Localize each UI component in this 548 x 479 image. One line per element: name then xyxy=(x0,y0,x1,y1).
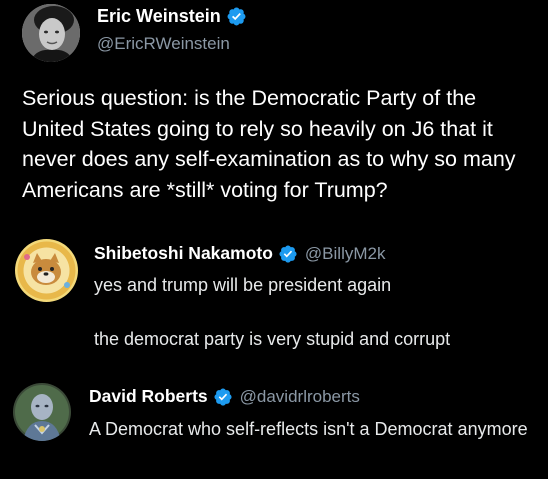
author-name[interactable]: Eric Weinstein xyxy=(97,6,221,27)
reply-author-row[interactable]: David Roberts @davidrlroberts xyxy=(89,386,360,407)
tweet-text: Serious question: is the Democratic Part… xyxy=(22,86,516,202)
reply-avatar[interactable] xyxy=(15,239,78,302)
reply-avatar-image xyxy=(13,383,71,441)
author-handle[interactable]: @EricRWeinstein xyxy=(97,34,230,54)
verified-badge-icon xyxy=(226,6,247,27)
reply-text-line: the democrat party is very stupid and co… xyxy=(94,329,451,349)
reply-author-name[interactable]: Shibetoshi Nakamoto xyxy=(94,243,273,264)
reply-avatar[interactable] xyxy=(13,383,71,441)
verified-badge-icon xyxy=(278,244,298,264)
author-avatar-image xyxy=(22,4,80,62)
reply-author-handle[interactable]: @BillyM2k xyxy=(305,244,386,264)
reply-author-name[interactable]: David Roberts xyxy=(89,386,208,407)
reply-author-handle[interactable]: @davidrlroberts xyxy=(240,387,360,407)
reply-author-row[interactable]: Shibetoshi Nakamoto @BillyM2k xyxy=(94,243,385,264)
author-name-row[interactable]: Eric Weinstein xyxy=(97,6,247,27)
reply-text-line: yes and trump will be president again xyxy=(94,275,392,295)
reply-text: A Democrat who self-reflects isn't a Dem… xyxy=(89,419,528,439)
author-avatar[interactable] xyxy=(22,4,80,62)
reply-avatar-image xyxy=(15,239,78,302)
verified-badge-icon xyxy=(213,387,233,407)
